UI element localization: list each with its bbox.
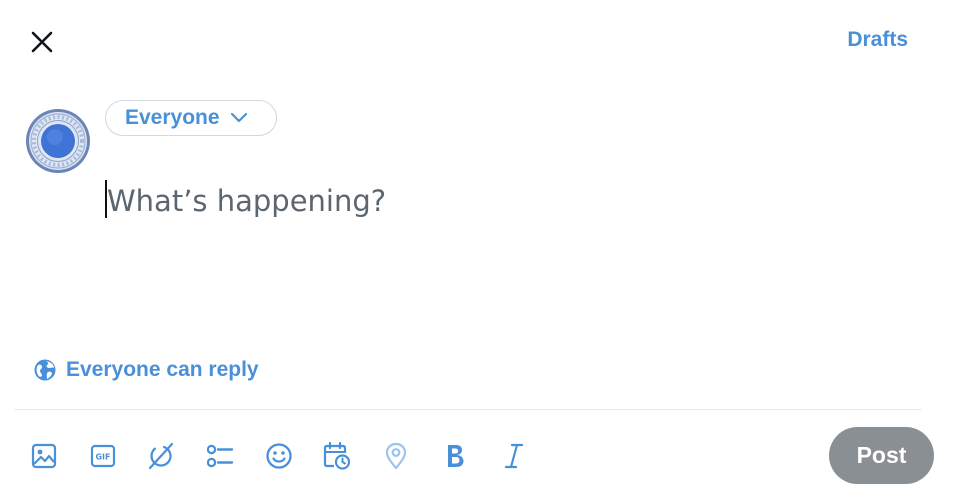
compose-toolbar: GIF [24, 432, 552, 480]
audience-label: Everyone [125, 106, 220, 129]
drafts-button[interactable]: Drafts [847, 28, 908, 52]
avatar-icon [26, 109, 90, 173]
avatar[interactable] [25, 108, 91, 174]
grok-icon [149, 442, 174, 470]
svg-text:GIF: GIF [95, 453, 110, 462]
schedule-button[interactable] [317, 436, 357, 476]
poll-button[interactable] [200, 436, 240, 476]
reply-setting-button[interactable]: Everyone can reply [34, 358, 259, 382]
close-icon [31, 31, 53, 53]
chevron-down-icon [230, 112, 247, 123]
audience-selector-button[interactable]: Everyone [105, 100, 277, 136]
poll-icon [206, 444, 234, 468]
emoji-icon [266, 443, 292, 469]
reply-setting-label: Everyone can reply [66, 358, 259, 381]
compose-text-input[interactable] [105, 176, 887, 226]
emoji-button[interactable] [259, 436, 299, 476]
italic-button[interactable] [494, 436, 534, 476]
bold-button[interactable] [435, 436, 475, 476]
location-button[interactable] [376, 436, 416, 476]
grok-button[interactable] [141, 436, 181, 476]
media-button[interactable] [24, 436, 64, 476]
text-caret [105, 180, 107, 218]
schedule-icon [324, 441, 351, 470]
post-button[interactable]: Post [829, 427, 934, 484]
gif-button[interactable]: GIF [83, 436, 123, 476]
globe-icon [34, 359, 56, 381]
close-button[interactable] [22, 22, 62, 62]
gif-icon: GIF [90, 444, 115, 468]
italic-icon [504, 443, 523, 469]
compose-post-modal: Drafts Everyone Everyone can reply [0, 0, 958, 498]
location-icon [386, 442, 407, 470]
divider [14, 409, 922, 410]
bold-icon [447, 445, 464, 467]
media-icon [31, 443, 57, 469]
